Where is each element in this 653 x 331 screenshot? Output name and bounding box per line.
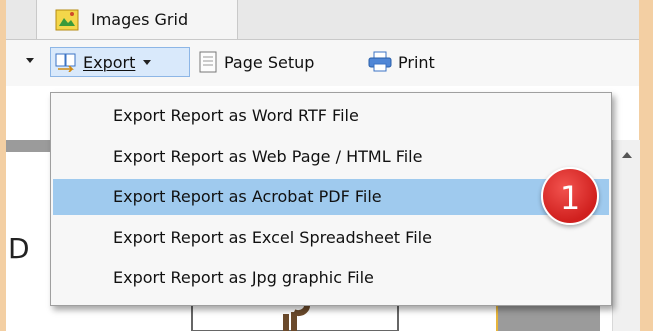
menu-item-export-jpg[interactable]: Export Report as Jpg graphic File (53, 260, 609, 296)
menu-item-export-html[interactable]: Export Report as Web Page / HTML File (53, 139, 609, 175)
chevron-down-icon (143, 59, 152, 65)
page-setup-button[interactable]: Page Setup (196, 47, 356, 77)
menu-item-export-excel[interactable]: Export Report as Excel Spreadsheet File (53, 220, 609, 256)
export-icon (55, 53, 76, 72)
scroll-up-arrow-icon[interactable] (622, 152, 632, 158)
page-setup-label: Page Setup (224, 52, 315, 72)
toolbar-overflow-dropdown[interactable] (26, 58, 34, 63)
vertical-scrollbar[interactable] (612, 140, 640, 331)
page-setup-icon (199, 51, 217, 73)
export-dropdown-menu: Export Report as Word RTF File Export Re… (50, 92, 612, 306)
step-number-badge: 1 (541, 167, 599, 225)
printer-icon (368, 51, 392, 72)
tab-strip: Images Grid (6, 0, 639, 40)
print-label: Print (398, 52, 435, 72)
export-label: Export (83, 52, 136, 72)
export-button[interactable]: Export (50, 47, 190, 77)
menu-item-export-word-rtf[interactable]: Export Report as Word RTF File (53, 98, 609, 134)
tab-label: Images Grid (91, 10, 189, 29)
image-grid-icon (55, 8, 79, 32)
page-text: D (8, 232, 30, 265)
menu-item-export-pdf[interactable]: Export Report as Acrobat PDF File (53, 179, 609, 215)
tab-images-grid[interactable]: Images Grid (36, 0, 238, 39)
print-button[interactable]: Print (366, 47, 466, 77)
toolbar: Export Page Setup Print (6, 40, 639, 86)
